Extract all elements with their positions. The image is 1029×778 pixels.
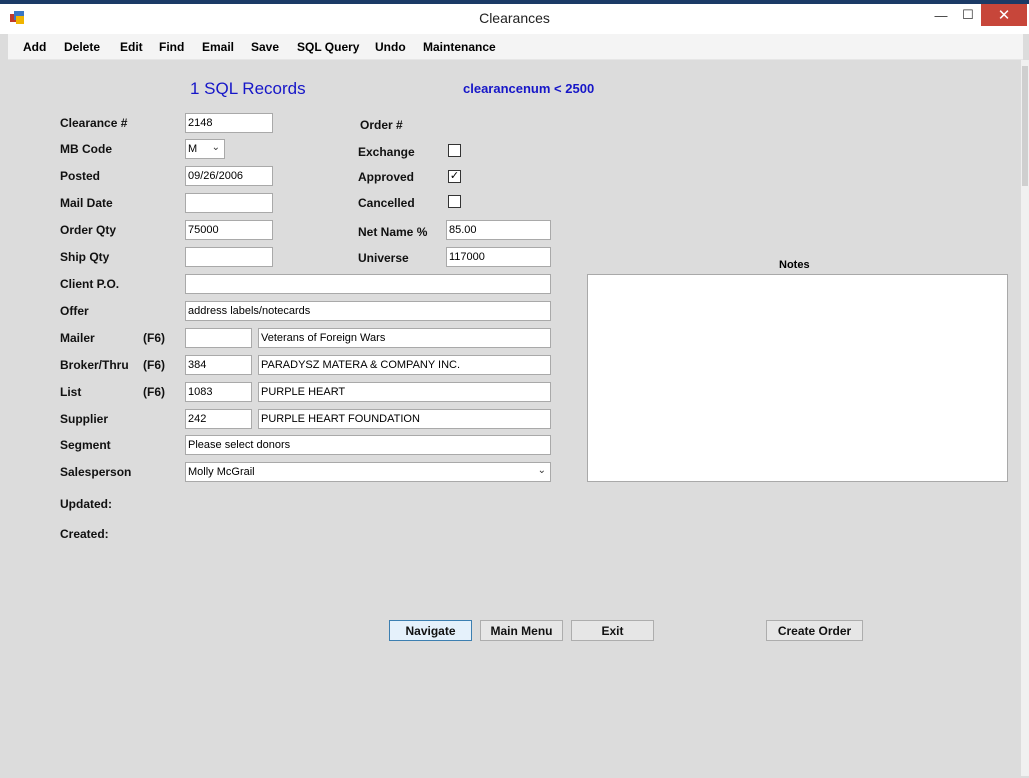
list-name-input[interactable]: PURPLE HEART [258,382,551,402]
mailer-code-input[interactable] [185,328,252,348]
close-button[interactable]: ✕ [981,4,1027,26]
mailer-name-input[interactable]: Veterans of Foreign Wars [258,328,551,348]
order-qty-input[interactable]: 75000 [185,220,273,240]
cancelled-checkbox[interactable] [448,195,461,208]
ship-qty-input[interactable] [185,247,273,267]
clearance-input[interactable]: 2148 [185,113,273,133]
broker-f6-hint: (F6) [143,358,165,372]
broker-label: Broker/Thru [60,358,129,372]
navigate-button[interactable]: Navigate [389,620,472,641]
updated-label: Updated: [60,497,112,511]
order-qty-label: Order Qty [60,223,117,237]
net-name-label: Net Name % [358,225,428,239]
salesperson-value: Molly McGrail [188,466,255,478]
salesperson-select[interactable]: Molly McGrail ⌄ [185,462,551,482]
query-text: clearancenum < 2500 [463,81,595,96]
record-count: 1 SQL Records [190,79,306,98]
menu-bar: Add Delete Edit Find Email Save SQL Quer… [8,34,1023,60]
ship-qty-label: Ship Qty [60,250,110,264]
offer-input[interactable]: address labels/notecards [185,301,551,321]
segment-label: Segment [60,438,111,452]
create-order-button[interactable]: Create Order [766,620,863,641]
posted-input[interactable]: 09/26/2006 [185,166,273,186]
menu-save[interactable]: Save [251,40,279,54]
supplier-code-input[interactable]: 242 [185,409,252,429]
notes-label: Notes [779,259,810,271]
posted-label: Posted [60,169,101,183]
clearance-label: Clearance # [60,116,128,130]
chevron-down-icon: ⌄ [537,465,546,476]
vertical-scrollbar[interactable] [1021,60,1029,776]
scrollbar-thumb[interactable] [1022,66,1028,186]
list-label: List [60,385,82,399]
client-po-label: Client P.O. [60,277,120,291]
supplier-label: Supplier [60,412,109,426]
list-f6-hint: (F6) [143,385,165,399]
mb-code-value: M [188,143,198,155]
broker-name-input[interactable]: PARADYSZ MATERA & COMPANY INC. [258,355,551,375]
net-name-input[interactable]: 85.00 [446,220,551,240]
menu-email[interactable]: Email [202,40,234,54]
segment-input[interactable]: Please select donors [185,435,551,455]
salesperson-label: Salesperson [60,465,132,479]
clearances-window: Clearances — ☐ ✕ Add Delete Edit Find Em… [0,4,1029,778]
list-code-input[interactable]: 1083 [185,382,252,402]
mailer-f6-hint: (F6) [143,331,165,345]
mailer-label: Mailer [60,331,95,345]
broker-code-input[interactable]: 384 [185,355,252,375]
order-number-label: Order # [360,118,403,132]
menu-delete[interactable]: Delete [64,40,100,54]
menu-maintenance[interactable]: Maintenance [423,40,496,54]
menu-undo[interactable]: Undo [375,40,406,54]
offer-label: Offer [60,304,89,318]
mb-code-select[interactable]: M ⌄ [185,139,225,159]
client-po-input[interactable] [185,274,551,294]
notes-textarea[interactable] [587,274,1008,482]
universe-label: Universe [358,251,409,265]
menu-sql-query[interactable]: SQL Query [297,40,359,54]
title-bar: Clearances — ☐ ✕ [0,4,1029,34]
exchange-label: Exchange [358,145,415,159]
chevron-down-icon: ⌄ [211,142,220,153]
mail-date-label: Mail Date [60,196,113,210]
exit-button[interactable]: Exit [571,620,654,641]
window-title: Clearances [479,10,550,26]
mail-date-input[interactable] [185,193,273,213]
menu-edit[interactable]: Edit [120,40,143,54]
menu-find[interactable]: Find [159,40,184,54]
supplier-name-input[interactable]: PURPLE HEART FOUNDATION [258,409,551,429]
approved-label: Approved [358,170,415,184]
approved-check-mark: ✓ [449,170,460,182]
universe-input[interactable]: 117000 [446,247,551,267]
approved-checkbox[interactable]: ✓ [448,170,461,183]
created-label: Created: [60,527,109,541]
cancelled-label: Cancelled [358,196,415,210]
form-area: 1 SQL Records clearancenum < 2500 Cleara… [8,60,1021,776]
main-menu-button[interactable]: Main Menu [480,620,563,641]
exchange-checkbox[interactable] [448,144,461,157]
mb-code-label: MB Code [60,142,112,156]
menu-add[interactable]: Add [23,40,46,54]
